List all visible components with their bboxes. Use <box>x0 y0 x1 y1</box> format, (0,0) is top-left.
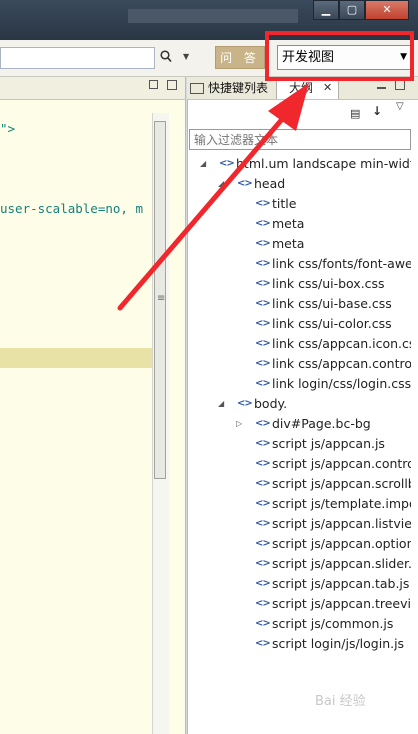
html-tag-icon: <> <box>255 578 271 589</box>
qa-button[interactable]: 问 答 <box>215 46 265 69</box>
editor-maximize-icon[interactable] <box>167 80 177 90</box>
html-tag-icon: <> <box>255 318 271 329</box>
outline-tree-item[interactable]: script js/appcan.treeview <box>272 594 411 614</box>
outline-tree-item[interactable]: link css/ui-base.css <box>272 294 392 314</box>
outline-tree-item[interactable]: script js/appcan.optionL <box>272 534 411 554</box>
view-menu-icon[interactable]: ▽ <box>396 101 404 112</box>
minimize-button[interactable]: ▁ <box>313 0 339 20</box>
tab-outline-label: 大纲 <box>289 81 314 95</box>
collapse-twisty-icon[interactable]: ▷ <box>236 419 242 428</box>
html-tag-icon: <> <box>255 218 271 229</box>
highlight-box <box>265 31 414 81</box>
html-tag-icon: <> <box>255 478 271 489</box>
html-tag-icon: <> <box>255 358 271 369</box>
html-tag-icon: <> <box>255 538 271 549</box>
collapse-all-icon[interactable]: ▤ <box>350 107 360 120</box>
current-line-highlight <box>0 348 152 368</box>
html-tag-icon: <> <box>237 398 253 409</box>
sort-az-icon[interactable]: ↓ <box>372 104 382 118</box>
html-tag-icon: <> <box>255 558 271 569</box>
html-tag-icon: <> <box>255 618 271 629</box>
outline-tree-item[interactable]: link css/fonts/font-awes <box>272 254 411 274</box>
html-tag-icon: <> <box>255 638 271 649</box>
html-tag-icon: <> <box>255 338 271 349</box>
html-tag-icon: <> <box>255 198 271 209</box>
search-input[interactable] <box>0 47 155 69</box>
outline-filter-input[interactable] <box>189 129 411 150</box>
chevron-down-icon[interactable]: ▼ <box>183 52 189 61</box>
outline-tree-item[interactable]: script js/template.impor <box>272 494 411 514</box>
outline-tree-item[interactable]: script js/common.js <box>272 614 393 634</box>
maximize-button[interactable]: ▢ <box>339 0 365 20</box>
html-tag-icon: <> <box>255 378 271 389</box>
outline-tree-item[interactable]: script js/appcan.js <box>272 434 385 454</box>
outline-tree-item[interactable]: meta <box>272 234 304 254</box>
outline-tree-item[interactable]: link css/appcan.control. <box>272 354 411 374</box>
expand-twisty-icon[interactable]: ◢ <box>218 399 224 408</box>
expand-twisty-icon[interactable]: ◢ <box>218 179 224 188</box>
outline-tree-item[interactable]: div#Page.bc-bg <box>272 414 371 434</box>
html-tag-icon: <> <box>237 178 253 189</box>
outline-tree-item[interactable]: script js/appcan.scrollbo <box>272 474 411 494</box>
html-tag-icon: <> <box>255 278 271 289</box>
html-tag-icon: <> <box>255 438 271 449</box>
html-tag-icon: <> <box>255 418 271 429</box>
html-tag-icon: <> <box>255 298 271 309</box>
html-tag-icon: <> <box>255 598 271 609</box>
search-icon[interactable] <box>160 50 172 64</box>
window-title <box>128 9 298 23</box>
outline-tree-item[interactable]: script js/appcan.listview <box>272 514 411 534</box>
outline-tree-item[interactable]: head <box>254 174 285 194</box>
outline-tree-item[interactable]: link css/ui-box.css <box>272 274 385 294</box>
html-tag-icon: <> <box>219 158 235 169</box>
outline-tree-item[interactable]: script login/js/login.js <box>272 634 404 654</box>
html-tag-icon: <> <box>255 458 271 469</box>
expand-twisty-icon[interactable]: ◢ <box>200 159 206 168</box>
outline-tree-item[interactable]: title <box>272 194 296 214</box>
close-icon[interactable]: ✕ <box>323 81 332 94</box>
outline-tree-item[interactable]: script js/appcan.slider.js <box>272 554 411 574</box>
scroll-grip-icon: ≡ <box>157 293 166 304</box>
editor-minimize-icon[interactable] <box>149 80 158 89</box>
outline-tree-item[interactable]: script js/appcan.tab.js <box>272 574 409 594</box>
panel-minimize-icon[interactable] <box>377 80 386 89</box>
keyboard-icon <box>190 83 204 94</box>
html-tag-icon: <> <box>255 498 271 509</box>
tab-shortcuts[interactable]: 快捷键列表 <box>190 79 274 98</box>
outline-tree-item[interactable]: link css/appcan.icon.css <box>272 334 411 354</box>
outline-tree-item[interactable]: html.um landscape min-width- <box>236 154 411 174</box>
html-tag-icon: <> <box>255 518 271 529</box>
code-line: user-scalable=no, m <box>0 201 143 216</box>
outline-tree-item[interactable]: link login/css/login.css <box>272 374 411 394</box>
outline-tree-item[interactable]: link css/ui-color.css <box>272 314 392 334</box>
html-tag-icon: <> <box>255 238 271 249</box>
outline-tree-item[interactable]: meta <box>272 214 304 234</box>
panel-maximize-icon[interactable] <box>395 80 405 90</box>
tab-shortcuts-label: 快捷键列表 <box>208 81 269 95</box>
watermark-logo: Bai 经验 <box>315 694 366 709</box>
outline-tree-item[interactable]: body. <box>254 394 287 414</box>
close-window-button[interactable]: ✕ <box>365 0 409 20</box>
html-tag-icon: <> <box>255 258 271 269</box>
outline-tree-item[interactable]: script js/appcan.control <box>272 454 411 474</box>
code-line: "> <box>0 121 16 136</box>
